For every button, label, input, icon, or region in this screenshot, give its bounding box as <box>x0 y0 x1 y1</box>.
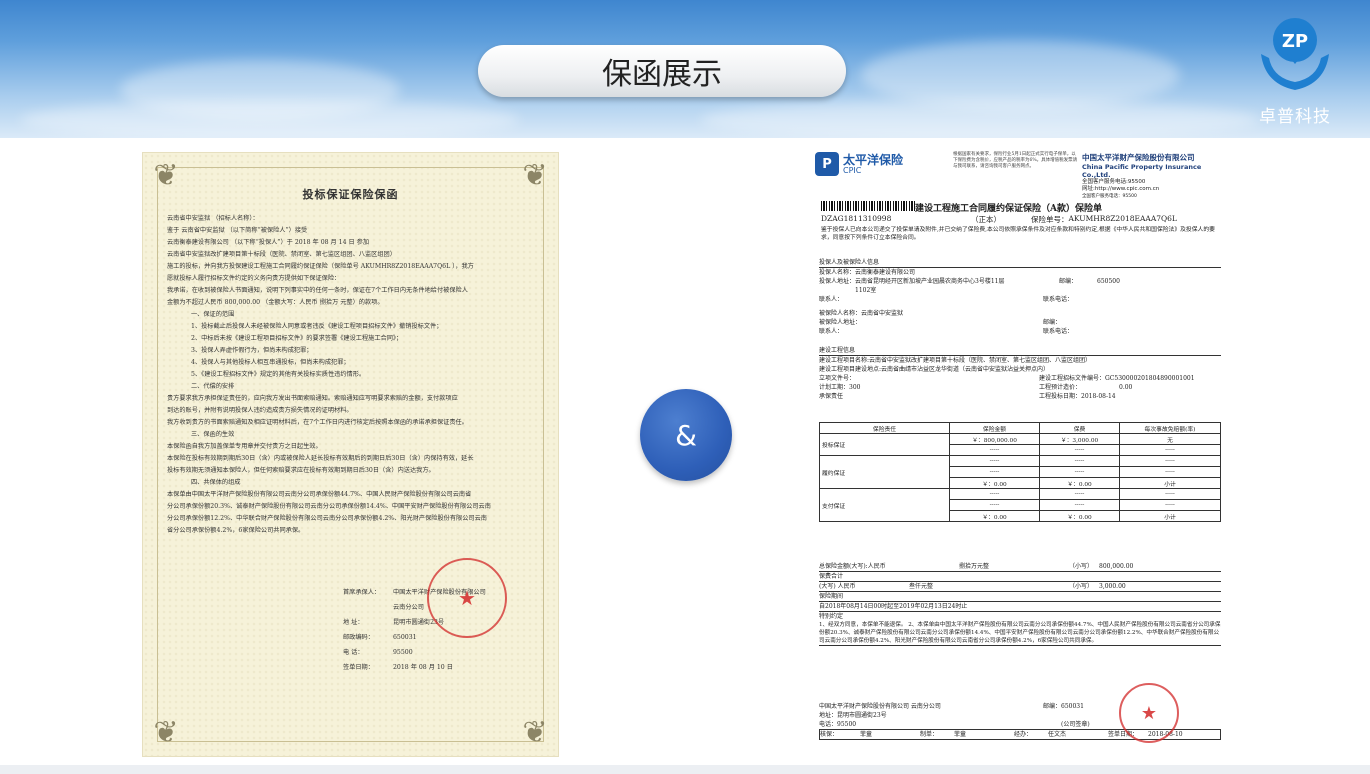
policy-title: 建设工程施工合同履约保证保险（A款）保险单 <box>915 204 1102 214</box>
policy-intro: 鉴于投保人已向本公司递交了投保单请及附件,并已交纳了保险费,本公司依照承保条件及… <box>821 227 1215 241</box>
cpic-logo: P 太平洋保险 CPIC <box>815 152 903 176</box>
svg-text:ZP: ZP <box>1282 31 1308 52</box>
letter-title: 投标保证保险保函 <box>302 188 399 201</box>
section-item: 投标有效期无须通知本保险人，但任何索赔要求应在投标有效期到期日后30日（含）内送… <box>167 467 435 474</box>
section-item: 到达的账号，并附有说明投保人违约造成贵方损失情况的证明材料。 <box>167 407 353 414</box>
section-heading: 四、共保体的组成 <box>191 479 241 486</box>
letter-line: 我承诺，在收到被保险人书面通知，说明下列事实中的任何一条时，保证在7个工作日内无… <box>167 287 468 294</box>
table-row: 投标保证 ￥：800,000.00 ￥：3,000.00 无 <box>819 433 1221 456</box>
company-name: 卓普科技 <box>1259 107 1331 127</box>
barcode-icon <box>821 201 915 211</box>
section-item: 5、《建设工程招标文件》规定的其他有关投标实质性违约情形。 <box>191 371 366 378</box>
red-seal-icon: ★ <box>1119 683 1179 743</box>
project-info-section: 建设工程信息 建设工程项目名称: 云南省中安监狱改扩建项目第十标段（医院、禁闭室、… <box>819 346 1221 401</box>
letter-body: 投标保证保险保函 云南省中安监狱 （招标人名称）： 鉴于 云南省中安监狱 （以下… <box>167 189 534 537</box>
section-item: 分公司承保份额12.2%、中华联合财产保险股份有限公司云南分公司承保份额4.2%… <box>167 515 487 522</box>
section-item: 本保单由中国太平洋财产保险股份有限公司云南分公司承保份额44.7%、中国人民财产… <box>167 491 472 498</box>
tax-notice: 根据国家有关要求，保险行业5月1日起正式实行电子保单，以下保险费为含税价，应税产… <box>953 152 1078 169</box>
letter-line: 云南省中安监狱改扩建项目第十标段（医院、禁闭室、第七监区组团、八监区组团） <box>167 251 396 258</box>
section-item: 贵方要求我方承担保证责任的，应向我方发出书面索赔通知。索赔通知应写明要求索赔的金… <box>167 395 458 402</box>
party-info-section: 投保人及被保险人信息 投保人名称： 云南衡泰建设有限公司 投保人地址： 云南省昆明经… <box>819 258 1221 336</box>
section-item: 分公司承保份额20.3%、诚泰财产保险股份有限公司云南分公司承保份额14.4%、… <box>167 503 491 510</box>
totals-section: 总保险金额(大写):人民币 捌拾万元整 （小写） 800,000.00 保费合计 (大… <box>819 563 1221 646</box>
ornament-corner-icon: ❦ <box>153 158 179 193</box>
section-item: 1、投标截止后投保人未经被保险人同意或者违反《建设工程项目招标文件》撤销投标文件… <box>191 323 443 330</box>
section-item: 本保险函自我方加盖保单专用章并交付贵方之日起生效。 <box>167 443 322 450</box>
table-header-row: 保险责任 保险金额 保费 每次事故免赔额(率) <box>819 422 1221 434</box>
letter-line: 施工的投标，并向我方投保建设工程施工合同履约保证保险（保险单号 AKUMHR8Z… <box>167 263 474 270</box>
letter-line: 云南省中安监狱 （招标人名称）： <box>167 215 259 222</box>
cpic-mark-icon: P <box>815 152 839 176</box>
ornament-corner-icon: ❦ <box>522 158 548 193</box>
section-heading: 三、保函的生效 <box>191 431 235 438</box>
section-item: 省分公司承保份额4.2%，6家保险公司共同承保。 <box>167 527 305 534</box>
section-heading: 一、保证的范围 <box>191 311 235 318</box>
section-item: 3、投保人弄虚作假行为，但尚未构成犯罪； <box>191 347 313 354</box>
section-item: 4、投保人与其他投标人相互串通投标，但尚未构成犯罪； <box>191 359 350 366</box>
zp-hands-icon: ZP <box>1261 18 1329 90</box>
section-heading: 二、代偿的安排 <box>191 383 235 390</box>
coverage-table: 保险责任 保险金额 保费 每次事故免赔额(率) 投标保证 ￥：800,000.0… <box>819 422 1221 522</box>
red-seal-icon: ★ <box>427 558 507 638</box>
section-item: 2、中标后未按《建设工程项目招标文件》的要求签署《建设工程施工合同》； <box>191 335 403 342</box>
table-row: 履约保证 ----- ----- ----- <box>819 455 1221 489</box>
policy-number-row: DZAG1811310998 （正本） 保险单号： AKUMHR8Z2018EA… <box>821 214 1177 224</box>
insurer-info: 中国太平洋财产保险股份有限公司 China Pacific Property I… <box>1082 153 1202 199</box>
section-item: 我方收到贵方的书面索赔通知及相应证明材料后，在7个工作日内进行核定后按照本保函的… <box>167 419 468 426</box>
footer-bar <box>0 765 1370 774</box>
header-banner: 保函展示 ZP 卓普科技 <box>0 0 1370 138</box>
letter-line: 金额为不超过人民币 800,000.00 （金额大写：人民币 捌拾万 元整）的款… <box>167 299 384 306</box>
page-title: 保函展示 <box>478 45 846 97</box>
ampersand-badge: & <box>640 389 732 481</box>
table-row: 支付保证 ----- ----- ----- <box>819 488 1221 522</box>
ornament-corner-icon: ❦ <box>522 715 548 750</box>
ornament-corner-icon: ❦ <box>153 715 179 750</box>
guarantee-letter-image: ❦ ❦ ❦ ❦ 投标保证保险保函 云南省中安监狱 （招标人名称）： 鉴于 云南省… <box>142 152 559 757</box>
letter-line: 愿就投标人履行招标文件约定的义务向贵方提供如下保证保险： <box>167 275 341 282</box>
company-logo: ZP 卓普科技 <box>1250 14 1340 127</box>
letter-line: 鉴于 云南省中安监狱 （以下简称“被保险人”）接受 <box>167 227 308 234</box>
letter-line: 云南衡泰建设有限公司 （以下称“投保人”）于 2018 年 08 月 14 日 … <box>167 239 370 246</box>
insurance-policy-image: P 太平洋保险 CPIC 根据国家有关要求，保险行业5月1日起正式实行电子保单，… <box>805 146 1233 759</box>
section-item: 本保险在投标有效期到期后30日（含）内或被保险人延长投标有效期后的到期日后30日… <box>167 455 474 462</box>
